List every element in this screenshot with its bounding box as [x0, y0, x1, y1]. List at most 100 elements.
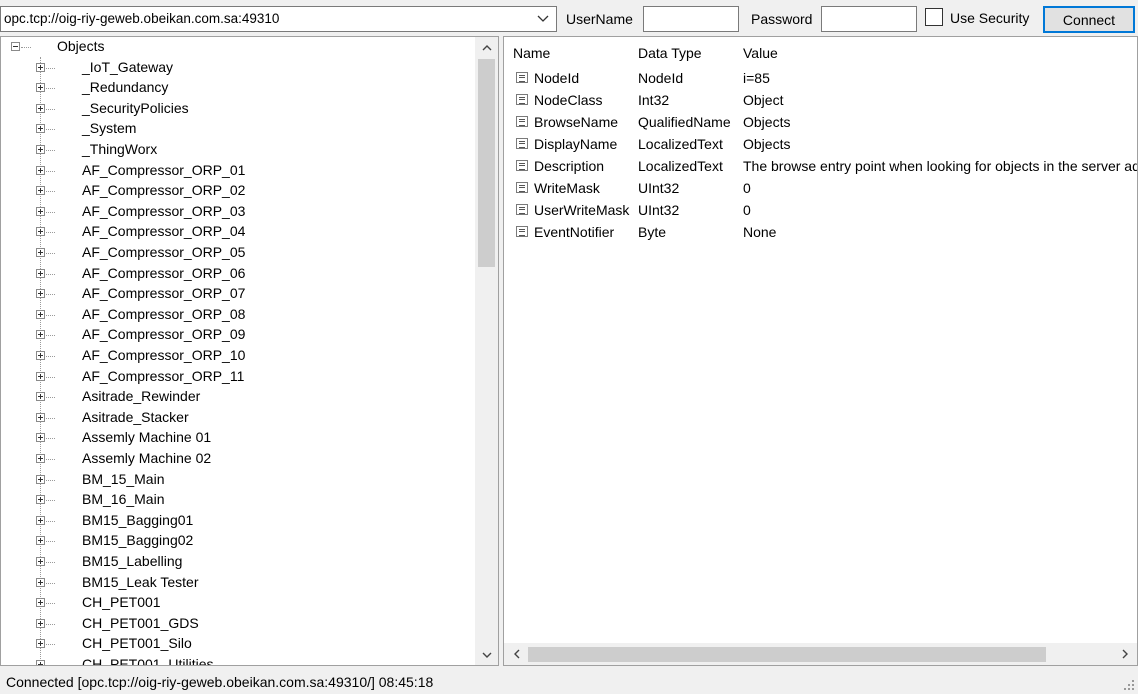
- expand-plus-icon[interactable]: [36, 206, 45, 216]
- tree-node-label[interactable]: CH_PET001: [82, 594, 161, 610]
- tree-node-label[interactable]: _SecurityPolicies: [82, 100, 189, 116]
- expand-plus-icon[interactable]: [36, 598, 45, 608]
- tree-vertical-scrollbar[interactable]: [475, 37, 498, 665]
- expand-plus-icon[interactable]: [36, 103, 45, 113]
- use-security-checkbox[interactable]: [925, 8, 943, 26]
- tree-node-label[interactable]: Asitrade_Stacker: [82, 409, 189, 425]
- tree-node[interactable]: AF_Compressor_ORP_08: [1, 305, 474, 325]
- tree-node[interactable]: AF_Compressor_ORP_06: [1, 264, 474, 284]
- tree-node-label[interactable]: _Redundancy: [82, 79, 168, 95]
- tree-node[interactable]: CH_PET001: [1, 593, 474, 613]
- scroll-right-icon[interactable]: [1115, 643, 1135, 665]
- endpoint-url-text[interactable]: opc.tcp://oig-riy-geweb.obeikan.com.sa:4…: [4, 11, 279, 26]
- expand-plus-icon[interactable]: [36, 165, 45, 175]
- expand-plus-icon[interactable]: [36, 124, 45, 134]
- scrollbar-thumb[interactable]: [528, 647, 1046, 662]
- expand-plus-icon[interactable]: [36, 495, 45, 505]
- tree-node[interactable]: BM15_Bagging02: [1, 531, 474, 551]
- expand-plus-icon[interactable]: [36, 145, 45, 154]
- use-security-label[interactable]: Use Security: [950, 10, 1029, 26]
- tree-node-label[interactable]: AF_Compressor_ORP_09: [82, 326, 245, 342]
- expand-plus-icon[interactable]: [36, 577, 45, 587]
- tree-node-label[interactable]: BM15_Bagging01: [82, 512, 193, 528]
- endpoint-url-combobox[interactable]: opc.tcp://oig-riy-geweb.obeikan.com.sa:4…: [0, 6, 557, 32]
- tree-node-label[interactable]: Assemly Machine 02: [82, 450, 211, 466]
- tree-node[interactable]: AF_Compressor_ORP_03: [1, 202, 474, 222]
- tree-node[interactable]: AF_Compressor_ORP_05: [1, 243, 474, 263]
- expand-plus-icon[interactable]: [36, 454, 45, 463]
- expand-plus-icon[interactable]: [36, 371, 45, 381]
- expand-plus-icon[interactable]: [36, 309, 45, 319]
- tree-node-label[interactable]: BM_16_Main: [82, 491, 165, 507]
- tree-node[interactable]: AF_Compressor_ORP_10: [1, 346, 474, 366]
- tree-node[interactable]: AF_Compressor_ORP_01: [1, 161, 474, 181]
- resize-grip-icon[interactable]: [1123, 679, 1135, 691]
- expand-plus-icon[interactable]: [36, 660, 45, 665]
- collapse-minus-icon[interactable]: [11, 42, 20, 51]
- tree-node[interactable]: CH_PET001_GDS: [1, 614, 474, 634]
- expand-plus-icon[interactable]: [36, 62, 45, 72]
- expand-plus-icon[interactable]: [36, 330, 45, 340]
- expand-plus-icon[interactable]: [36, 639, 45, 649]
- column-header-name[interactable]: Name: [513, 45, 550, 61]
- address-space-tree[interactable]: Objects _IoT_Gateway _Redundancy _Security…: [0, 36, 499, 666]
- column-header-data-type[interactable]: Data Type: [638, 45, 702, 61]
- tree-node[interactable]: _IoT_Gateway: [1, 58, 474, 78]
- column-header-value[interactable]: Value: [743, 45, 778, 61]
- tree-node-label[interactable]: AF_Compressor_ORP_10: [82, 347, 245, 363]
- tree-node[interactable]: Asitrade_Rewinder: [1, 387, 474, 407]
- tree-node-label[interactable]: BM15_Labelling: [82, 553, 182, 569]
- tree-node-label[interactable]: BM_15_Main: [82, 471, 165, 487]
- tree-node-label[interactable]: Objects: [57, 38, 104, 54]
- tree-node-label[interactable]: CH_PET001_GDS: [82, 615, 199, 631]
- scrollbar-thumb[interactable]: [478, 59, 495, 267]
- tree-node[interactable]: AF_Compressor_ORP_07: [1, 284, 474, 304]
- expand-plus-icon[interactable]: [36, 536, 45, 546]
- expand-plus-icon[interactable]: [36, 515, 45, 525]
- tree-node-label[interactable]: CH_PET001_Utilities: [82, 656, 214, 665]
- attribute-row[interactable]: NodeId NodeId i=85: [504, 68, 1137, 90]
- attribute-row[interactable]: DisplayName LocalizedText Objects: [504, 134, 1137, 156]
- username-input[interactable]: [643, 6, 739, 32]
- expand-plus-icon[interactable]: [36, 268, 45, 278]
- expand-plus-icon[interactable]: [36, 248, 45, 257]
- tree-node-label[interactable]: AF_Compressor_ORP_02: [82, 182, 245, 198]
- tree-node[interactable]: BM_15_Main: [1, 470, 474, 490]
- expand-plus-icon[interactable]: [36, 392, 45, 402]
- scroll-left-icon[interactable]: [506, 643, 526, 665]
- tree-node[interactable]: AF_Compressor_ORP_04: [1, 222, 474, 242]
- tree-node-label[interactable]: AF_Compressor_ORP_08: [82, 306, 245, 322]
- tree-node[interactable]: BM_16_Main: [1, 490, 474, 510]
- tree-node[interactable]: CH_PET001_Silo: [1, 634, 474, 654]
- scroll-up-icon[interactable]: [475, 37, 498, 57]
- tree-node-label[interactable]: AF_Compressor_ORP_03: [82, 203, 245, 219]
- tree-node[interactable]: BM15_Labelling: [1, 552, 474, 572]
- attribute-row[interactable]: UserWriteMask UInt32 0: [504, 200, 1137, 222]
- tree-node[interactable]: CH_PET001_Utilities: [1, 655, 474, 665]
- tree-node[interactable]: _ThingWorx: [1, 140, 474, 160]
- attribute-row[interactable]: WriteMask UInt32 0: [504, 178, 1137, 200]
- tree-node-label[interactable]: AF_Compressor_ORP_04: [82, 223, 245, 239]
- tree-node-label[interactable]: AF_Compressor_ORP_06: [82, 265, 245, 281]
- tree-node[interactable]: _System: [1, 119, 474, 139]
- tree-node-label[interactable]: AF_Compressor_ORP_07: [82, 285, 245, 301]
- tree-node-label[interactable]: Assemly Machine 01: [82, 429, 211, 445]
- tree-node[interactable]: AF_Compressor_ORP_02: [1, 181, 474, 201]
- expand-plus-icon[interactable]: [36, 557, 45, 566]
- tree-node-label[interactable]: _IoT_Gateway: [82, 59, 173, 75]
- expand-plus-icon[interactable]: [36, 618, 45, 628]
- tree-node[interactable]: BM15_Bagging01: [1, 511, 474, 531]
- attribute-row[interactable]: NodeClass Int32 Object: [504, 90, 1137, 112]
- tree-node-objects[interactable]: Objects: [1, 37, 474, 57]
- tree-node[interactable]: AF_Compressor_ORP_11: [1, 367, 474, 387]
- tree-node-label[interactable]: Asitrade_Rewinder: [82, 388, 200, 404]
- tree-node[interactable]: _Redundancy: [1, 78, 474, 98]
- tree-node[interactable]: Assemly Machine 02: [1, 449, 474, 469]
- tree-node[interactable]: Asitrade_Stacker: [1, 408, 474, 428]
- expand-plus-icon[interactable]: [36, 474, 45, 484]
- connect-button[interactable]: Connect: [1043, 6, 1135, 33]
- expand-plus-icon[interactable]: [36, 289, 45, 299]
- chevron-down-icon[interactable]: [530, 7, 556, 31]
- scroll-down-icon[interactable]: [475, 645, 498, 665]
- tree-node-label[interactable]: _System: [82, 120, 136, 136]
